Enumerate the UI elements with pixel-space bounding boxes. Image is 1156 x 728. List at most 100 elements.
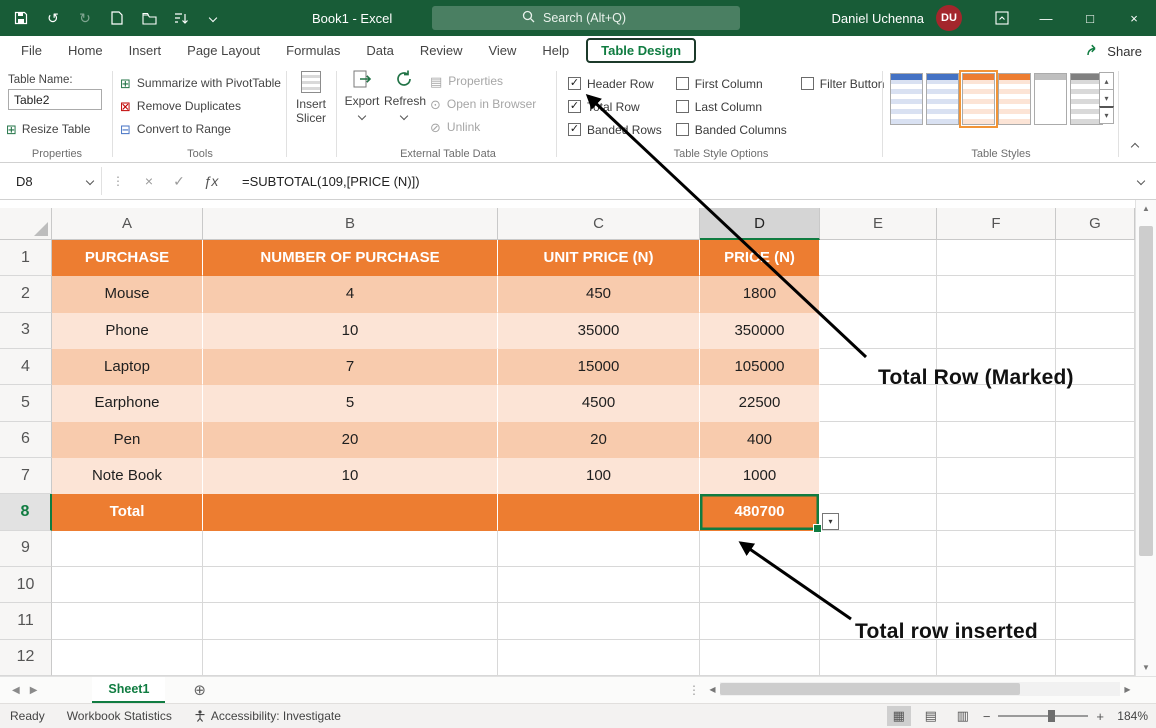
- select-all-corner[interactable]: [0, 208, 52, 240]
- zoom-in-button[interactable]: +: [1096, 709, 1104, 724]
- styles-more-icon[interactable]: ▾: [1099, 106, 1114, 124]
- cell-E9[interactable]: [820, 531, 937, 567]
- ribbon-tab-file[interactable]: File: [8, 36, 55, 65]
- zoom-slider-thumb[interactable]: [1048, 710, 1055, 722]
- ribbon-tab-table-design[interactable]: Table Design: [586, 38, 696, 63]
- styles-scroll-down-icon[interactable]: ▾: [1099, 89, 1114, 107]
- row-header-1[interactable]: 1: [0, 240, 52, 276]
- styles-scroll-up-icon[interactable]: ▴: [1099, 72, 1114, 90]
- minimize-button[interactable]: —: [1024, 0, 1068, 36]
- cell-B5[interactable]: 5: [203, 385, 498, 421]
- export-button[interactable]: Export: [342, 69, 382, 122]
- cell-G9[interactable]: [1056, 531, 1135, 567]
- cell-E5[interactable]: [820, 385, 937, 421]
- horizontal-scrollbar[interactable]: ◀ ▶: [705, 681, 1135, 697]
- sheet-tab-sheet1[interactable]: Sheet1: [92, 677, 165, 703]
- checkbox-first-column[interactable]: First Column: [676, 72, 787, 95]
- cell-B8[interactable]: [203, 494, 498, 530]
- cell-A6[interactable]: Pen: [52, 422, 203, 458]
- cell-A7[interactable]: Note Book: [52, 458, 203, 494]
- name-box-chevron-icon[interactable]: [86, 177, 94, 185]
- add-sheet-icon[interactable]: ⊕: [193, 681, 206, 699]
- save-icon[interactable]: [12, 9, 30, 27]
- ribbon-tab-page-layout[interactable]: Page Layout: [174, 36, 273, 65]
- ribbon-tab-view[interactable]: View: [475, 36, 529, 65]
- row-header-4[interactable]: 4: [0, 349, 52, 385]
- ribbon-tab-formulas[interactable]: Formulas: [273, 36, 353, 65]
- cell-F10[interactable]: [937, 567, 1056, 603]
- checkbox-box[interactable]: [676, 123, 689, 136]
- name-box[interactable]: D8: [8, 167, 102, 195]
- cell-D3[interactable]: 350000: [700, 313, 820, 349]
- column-header-C[interactable]: C: [498, 208, 700, 240]
- row-header-9[interactable]: 9: [0, 531, 52, 567]
- row-header-5[interactable]: 5: [0, 385, 52, 421]
- column-header-B[interactable]: B: [203, 208, 498, 240]
- cell-E6[interactable]: [820, 422, 937, 458]
- sort-icon[interactable]: [172, 9, 190, 27]
- checkbox-box[interactable]: [676, 100, 689, 113]
- row-header-2[interactable]: 2: [0, 276, 52, 312]
- column-header-G[interactable]: G: [1056, 208, 1135, 240]
- row-header-7[interactable]: 7: [0, 458, 52, 494]
- cell-B12[interactable]: [203, 640, 498, 676]
- checkbox-last-column[interactable]: Last Column: [676, 95, 787, 118]
- workbook-statistics-button[interactable]: Workbook Statistics: [67, 709, 172, 723]
- cell-A4[interactable]: Laptop: [52, 349, 203, 385]
- cell-D10[interactable]: [700, 567, 820, 603]
- maximize-button[interactable]: □: [1068, 0, 1112, 36]
- row-header-3[interactable]: 3: [0, 313, 52, 349]
- cell-D7[interactable]: 1000: [700, 458, 820, 494]
- search-box[interactable]: Search (Alt+Q): [432, 6, 740, 30]
- enter-icon[interactable]: ✓: [164, 173, 194, 190]
- table-name-input[interactable]: [8, 89, 102, 110]
- row-header-12[interactable]: 12: [0, 640, 52, 676]
- cell-G8[interactable]: [1056, 494, 1135, 530]
- refresh-button[interactable]: Refresh: [384, 69, 424, 122]
- cell-D2[interactable]: 1800: [700, 276, 820, 312]
- normal-view-button[interactable]: ▦: [887, 706, 911, 726]
- row-header-8[interactable]: 8: [0, 494, 52, 530]
- cell-G6[interactable]: [1056, 422, 1135, 458]
- table-style-thumbnail[interactable]: [998, 73, 1031, 125]
- cell-F2[interactable]: [937, 276, 1056, 312]
- cell-B1[interactable]: NUMBER OF PURCHASE: [203, 240, 498, 276]
- cell-F8[interactable]: [937, 494, 1056, 530]
- undo-icon[interactable]: ↺: [44, 9, 62, 27]
- cell-B3[interactable]: 10: [203, 313, 498, 349]
- cell-C6[interactable]: 20: [498, 422, 700, 458]
- cell-G7[interactable]: [1056, 458, 1135, 494]
- cell-C9[interactable]: [498, 531, 700, 567]
- accessibility-button[interactable]: Accessibility: Investigate: [194, 709, 341, 723]
- column-header-D[interactable]: D: [700, 208, 820, 240]
- expand-formula-bar-icon[interactable]: [1126, 178, 1156, 184]
- ribbon-tab-help[interactable]: Help: [529, 36, 582, 65]
- cell-B6[interactable]: 20: [203, 422, 498, 458]
- cell-D9[interactable]: [700, 531, 820, 567]
- cell-A8[interactable]: Total: [52, 494, 203, 530]
- checkbox-banded-rows[interactable]: ✓Banded Rows: [568, 118, 662, 141]
- resize-table-button[interactable]: ⊞ Resize Table: [6, 122, 90, 136]
- ribbon-display-options-icon[interactable]: [980, 0, 1024, 36]
- zoom-level[interactable]: 184%: [1112, 709, 1148, 723]
- cell-D6[interactable]: 400: [700, 422, 820, 458]
- ribbon-tab-data[interactable]: Data: [353, 36, 406, 65]
- cell-B9[interactable]: [203, 531, 498, 567]
- cell-G11[interactable]: [1056, 603, 1135, 639]
- scroll-down-icon[interactable]: ▼: [1136, 659, 1156, 676]
- cell-E3[interactable]: [820, 313, 937, 349]
- column-header-A[interactable]: A: [52, 208, 203, 240]
- cell-D5[interactable]: 22500: [700, 385, 820, 421]
- checkbox-filter-button[interactable]: Filter Button: [801, 72, 885, 95]
- cell-C1[interactable]: UNIT PRICE (N): [498, 240, 700, 276]
- cell-F3[interactable]: [937, 313, 1056, 349]
- cell-G3[interactable]: [1056, 313, 1135, 349]
- customize-toolbar-icon[interactable]: [204, 9, 222, 27]
- checkbox-box[interactable]: ✓: [568, 77, 581, 90]
- cell-G5[interactable]: [1056, 385, 1135, 421]
- zoom-slider[interactable]: [998, 715, 1088, 717]
- row-header-10[interactable]: 10: [0, 567, 52, 603]
- cell-A9[interactable]: [52, 531, 203, 567]
- cell-E12[interactable]: [820, 640, 937, 676]
- page-break-view-button[interactable]: ▥: [951, 706, 975, 726]
